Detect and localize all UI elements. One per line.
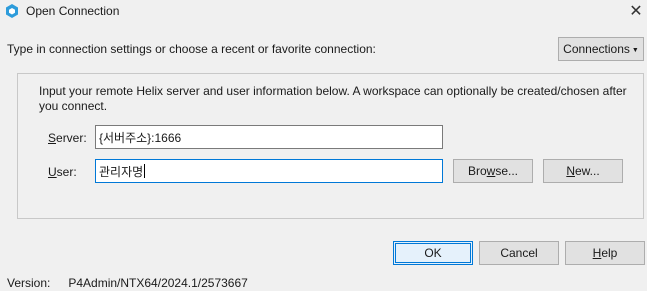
ok-button[interactable]: OK [393,241,473,265]
version-row: Version: P4Admin/NTX64/2024.1/2573667 [7,276,248,290]
chevron-down-icon: ▼ [631,46,639,54]
connections-label: Connections [563,42,630,56]
user-value: 관리자명 [99,164,144,179]
user-label: User: [48,165,77,179]
browse-button[interactable]: Bro w se... [453,159,533,183]
help-button[interactable]: Help [565,241,645,265]
connections-menu-button[interactable]: Connections ▼ [558,37,644,61]
title-bar: Open Connection ✕ [0,0,647,22]
close-icon[interactable]: ✕ [625,0,647,22]
user-input[interactable]: 관리자명 [95,159,443,183]
window-title: Open Connection [26,4,120,18]
server-value: {서버주소}:1666 [99,130,182,145]
instruction-text: Type in connection settings or choose a … [7,42,376,56]
server-label: Server: [48,131,87,145]
text-cursor [144,164,146,178]
version-value: P4Admin/NTX64/2024.1/2573667 [68,276,248,290]
cancel-button[interactable]: Cancel [479,241,559,265]
group-info-text: Input your remote Helix server and user … [39,84,627,113]
new-button[interactable]: New... [543,159,623,183]
server-input[interactable]: {서버주소}:1666 [95,125,443,149]
open-connection-dialog: Open Connection ✕ Type in connection set… [0,0,647,291]
version-label: Version: [7,276,51,290]
connection-settings-group: Input your remote Helix server and user … [17,73,644,219]
hexagon-app-icon [6,4,18,18]
